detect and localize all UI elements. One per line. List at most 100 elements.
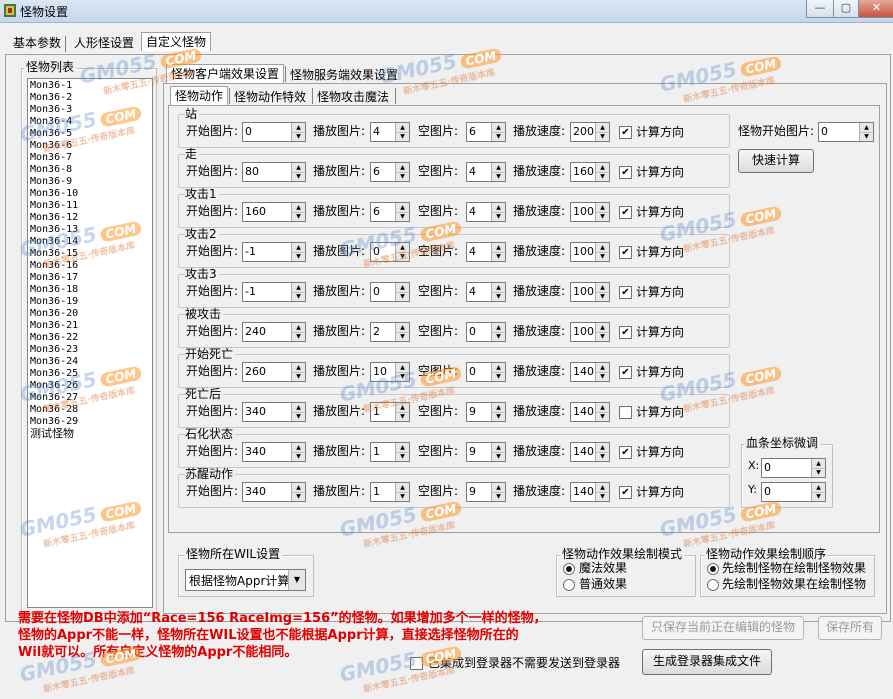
monster-list-item[interactable]: Mon36-2 [28, 92, 152, 104]
play-image-spinner[interactable]: 6 ▲ ▼ [370, 162, 410, 182]
start-image-spinner[interactable]: 340 ▲ ▼ [242, 482, 306, 502]
spin-down-icon[interactable]: ▼ [492, 132, 505, 141]
calc-direction-checkbox[interactable]: ✔ [619, 446, 632, 459]
monster-list-item[interactable]: Mon36-17 [28, 272, 152, 284]
chevron-down-icon[interactable]: ▼ [288, 570, 305, 590]
play-speed-spinner[interactable]: 100 ▲ ▼ [570, 282, 610, 302]
monster-list-item[interactable]: Mon36-11 [28, 200, 152, 212]
tab-client-effect[interactable]: 怪物客户端效果设置 [166, 64, 285, 83]
empty-image-spinner[interactable]: 6 ▲ ▼ [466, 122, 506, 142]
spin-down-icon[interactable]: ▼ [292, 452, 305, 461]
spin-down-icon[interactable]: ▼ [396, 452, 409, 461]
close-button[interactable]: ✕ [858, 0, 893, 18]
spin-down-icon[interactable]: ▼ [292, 172, 305, 181]
start-image-spinner[interactable]: 260 ▲ ▼ [242, 362, 306, 382]
monster-list-item[interactable]: Mon36-20 [28, 308, 152, 320]
spin-down-icon[interactable]: ▼ [396, 132, 409, 141]
empty-image-spinner[interactable]: 0 ▲ ▼ [466, 322, 506, 342]
tab-custom-monster[interactable]: 自定义怪物 [141, 32, 212, 51]
monster-list-item[interactable]: Mon36-16 [28, 260, 152, 272]
draw-order-first-radio[interactable] [707, 563, 719, 575]
spin-down-icon[interactable]: ▼ [596, 332, 609, 341]
spin-down-icon[interactable]: ▼ [596, 372, 609, 381]
spin-down-icon[interactable]: ▼ [492, 212, 505, 221]
calc-direction-checkbox[interactable]: ✔ [619, 286, 632, 299]
calc-direction-checkbox[interactable]: ✔ [619, 486, 632, 499]
draw-mode-normal-radio[interactable] [563, 579, 575, 591]
monster-list-item[interactable]: Mon36-10 [28, 188, 152, 200]
hp-x-spinner[interactable]: 0 ▲ ▼ [761, 458, 826, 478]
spin-down-icon[interactable]: ▼ [492, 332, 505, 341]
spin-down-icon[interactable]: ▼ [292, 132, 305, 141]
calc-direction-checkbox[interactable]: ✔ [619, 366, 632, 379]
spin-down-icon[interactable]: ▼ [292, 332, 305, 341]
spin-down-icon[interactable]: ▼ [396, 212, 409, 221]
start-image-spinner[interactable]: 340 ▲ ▼ [242, 442, 306, 462]
play-image-spinner[interactable]: 10 ▲ ▼ [370, 362, 410, 382]
play-speed-spinner[interactable]: 100 ▲ ▼ [570, 322, 610, 342]
monster-list-item[interactable]: Mon36-26 [28, 380, 152, 392]
empty-image-spinner[interactable]: 4 ▲ ▼ [466, 242, 506, 262]
empty-image-spinner[interactable]: 4 ▲ ▼ [466, 202, 506, 222]
play-speed-spinner[interactable]: 140 ▲ ▼ [570, 362, 610, 382]
spin-down-icon[interactable]: ▼ [596, 492, 609, 501]
calc-direction-checkbox[interactable]: ✔ [619, 206, 632, 219]
save-all-button[interactable]: 保存所有 [818, 616, 882, 640]
tab-basic-params[interactable]: 基本参数 [9, 34, 65, 52]
spin-down-icon[interactable]: ▼ [492, 452, 505, 461]
play-image-spinner[interactable]: 0 ▲ ▼ [370, 242, 410, 262]
monster-list-item[interactable]: Mon36-6 [28, 140, 152, 152]
spin-down-icon[interactable]: ▼ [812, 468, 825, 477]
tab-attack-magic[interactable]: 怪物攻击魔法 [313, 88, 393, 106]
monster-list-item[interactable]: Mon36-18 [28, 284, 152, 296]
play-speed-spinner[interactable]: 140 ▲ ▼ [570, 482, 610, 502]
empty-image-spinner[interactable]: 9 ▲ ▼ [466, 442, 506, 462]
empty-image-spinner[interactable]: 9 ▲ ▼ [466, 402, 506, 422]
play-speed-spinner[interactable]: 140 ▲ ▼ [570, 442, 610, 462]
play-image-spinner[interactable]: 6 ▲ ▼ [370, 202, 410, 222]
play-image-spinner[interactable]: 1 ▲ ▼ [370, 442, 410, 462]
monster-list-item[interactable]: Mon36-1 [28, 80, 152, 92]
spin-down-icon[interactable]: ▼ [596, 212, 609, 221]
start-image-spinner[interactable]: -1 ▲ ▼ [242, 242, 306, 262]
spin-down-icon[interactable]: ▼ [396, 492, 409, 501]
start-image-spinner[interactable]: 160 ▲ ▼ [242, 202, 306, 222]
calc-direction-checkbox[interactable]: ✔ [619, 246, 632, 259]
calc-direction-checkbox[interactable] [619, 406, 632, 419]
spin-down-icon[interactable]: ▼ [292, 492, 305, 501]
monster-list-item[interactable]: Mon36-7 [28, 152, 152, 164]
tab-humanoid-monster[interactable]: 人形怪设置 [70, 34, 138, 52]
monster-list-item[interactable]: Mon36-19 [28, 296, 152, 308]
calc-direction-checkbox[interactable]: ✔ [619, 166, 632, 179]
monster-list-item[interactable]: Mon36-15 [28, 248, 152, 260]
spin-down-icon[interactable]: ▼ [492, 252, 505, 261]
monster-list-item[interactable]: Mon36-24 [28, 356, 152, 368]
spin-down-icon[interactable]: ▼ [596, 252, 609, 261]
spin-down-icon[interactable]: ▼ [292, 252, 305, 261]
spin-down-icon[interactable]: ▼ [596, 292, 609, 301]
spin-down-icon[interactable]: ▼ [596, 132, 609, 141]
hp-y-spinner[interactable]: 0 ▲ ▼ [761, 482, 826, 502]
monster-list-item[interactable]: Mon36-12 [28, 212, 152, 224]
start-image-spinner[interactable]: -1 ▲ ▼ [242, 282, 306, 302]
monster-list-item[interactable]: Mon36-4 [28, 116, 152, 128]
play-speed-spinner[interactable]: 100 ▲ ▼ [570, 202, 610, 222]
spin-down-icon[interactable]: ▼ [396, 292, 409, 301]
spin-down-icon[interactable]: ▼ [396, 372, 409, 381]
monster-list-item[interactable]: Mon36-9 [28, 176, 152, 188]
start-image-spinner[interactable]: 0 ▲ ▼ [242, 122, 306, 142]
spin-down-icon[interactable]: ▼ [596, 412, 609, 421]
monster-list-item[interactable]: Mon36-23 [28, 344, 152, 356]
monster-list-item[interactable]: Mon36-27 [28, 392, 152, 404]
spin-down-icon[interactable]: ▼ [596, 172, 609, 181]
draw-order-second-radio[interactable] [707, 579, 719, 591]
monster-list-item[interactable]: Mon36-8 [28, 164, 152, 176]
save-current-button[interactable]: 只保存当前正在编辑的怪物 [642, 616, 804, 640]
monster-list-item[interactable]: 测试怪物 [28, 428, 152, 440]
spin-down-icon[interactable]: ▼ [292, 412, 305, 421]
start-image-spinner[interactable]: 80 ▲ ▼ [242, 162, 306, 182]
monster-list-item[interactable]: Mon36-21 [28, 320, 152, 332]
calc-direction-checkbox[interactable]: ✔ [619, 126, 632, 139]
monster-list-item[interactable]: Mon36-28 [28, 404, 152, 416]
spin-down-icon[interactable]: ▼ [492, 412, 505, 421]
